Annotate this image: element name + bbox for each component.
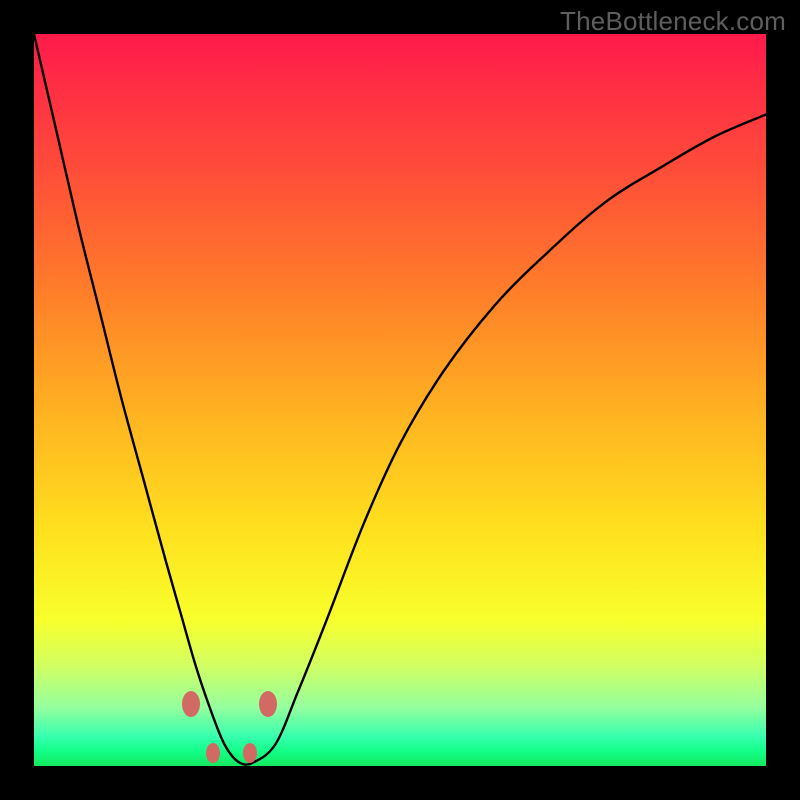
bottleneck-curve	[34, 34, 766, 766]
plot-area	[34, 34, 766, 766]
curve-marker	[206, 743, 220, 763]
watermark-text: TheBottleneck.com	[560, 6, 786, 37]
curve-marker	[182, 691, 200, 717]
curve-marker	[243, 743, 257, 763]
curve-marker	[259, 691, 277, 717]
outer-frame: TheBottleneck.com	[0, 0, 800, 800]
